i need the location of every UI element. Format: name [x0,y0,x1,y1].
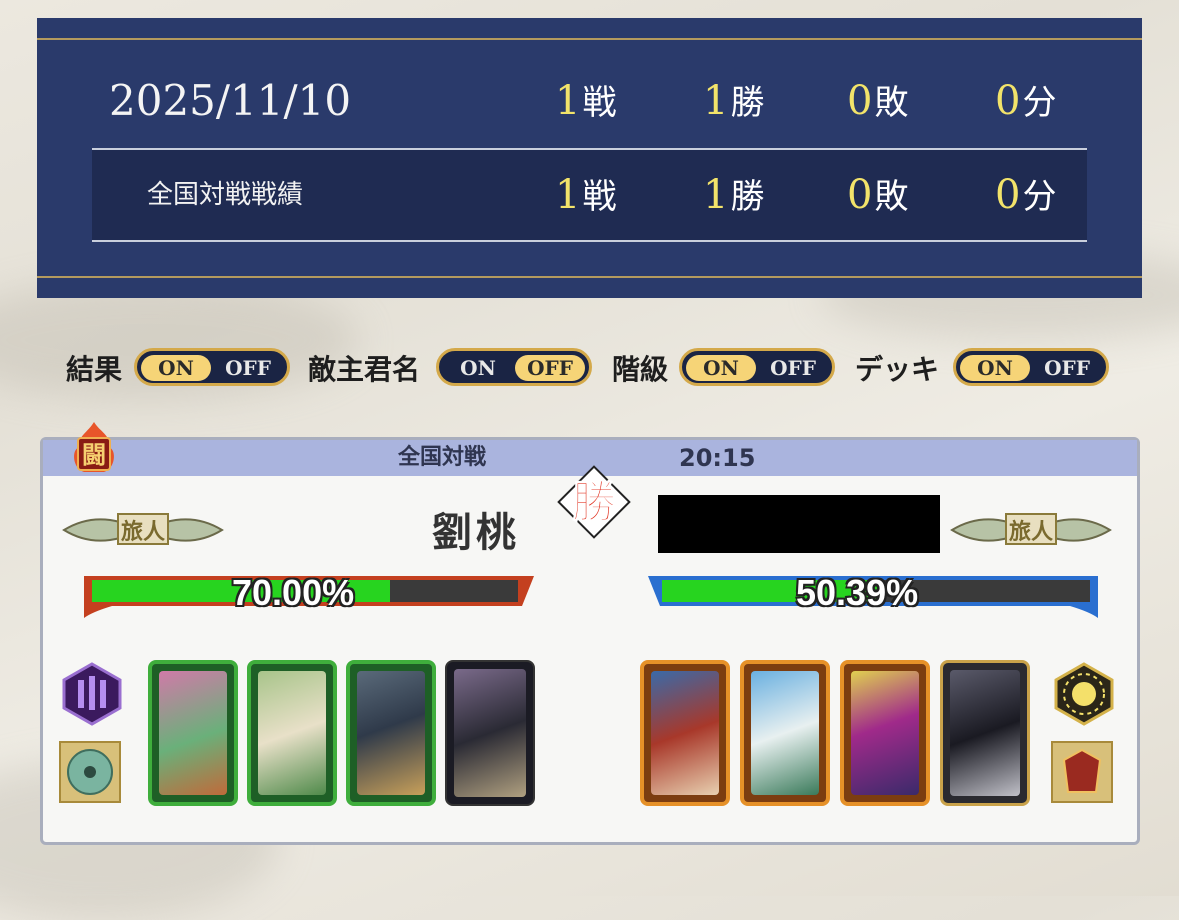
rank-toggle[interactable]: ON OFF [679,348,835,386]
enemy-general-card-3[interactable] [840,660,930,806]
deck-toggle[interactable]: ON OFF [953,348,1109,386]
gold-sun-strategy-icon [1054,662,1114,726]
on-option[interactable]: ON [141,355,211,381]
date-label: 2025/11/10 [109,76,352,125]
daily-row: 2025/11/10 1戦 1勝 0敗 0分 [37,56,1142,146]
enemy-rank-badge: 旅人 [948,508,1114,554]
card-art [258,671,326,795]
toggle-label-result: 結果 [66,353,123,386]
draws-count: 0分 [995,78,1057,124]
losses-count: 0敗 [847,172,909,218]
enemy-percent: 50.39% [796,572,919,613]
player-general-card-1[interactable] [148,660,238,806]
enemy-name-toggle[interactable]: ON OFF [436,348,592,386]
player-general-card-3[interactable] [346,660,436,806]
losses-count: 0敗 [847,78,909,124]
player-rank-badge: 旅人 [60,508,226,554]
battles-count: 1戦 [555,172,617,218]
toggle-label-rank: 階級 [612,353,669,386]
rank-text: 旅人 [1008,519,1053,545]
off-option[interactable]: OFF [758,355,828,381]
card-art [454,669,526,797]
stats-panel: 2025/11/10 1戦 1勝 0敗 0分 全国対戦戦績 1戦 1勝 0敗 0… [37,18,1142,298]
wins-count: 1勝 [703,172,765,218]
off-option[interactable]: OFF [1032,355,1102,381]
card-art [159,671,227,795]
gold-rule [37,276,1142,278]
toggle-label-enemy-name: 敵主君名 [308,353,421,386]
enemy-general-card-1[interactable] [640,660,730,806]
fight-flame-icon: 闘 [74,422,114,472]
svg-text:闘: 闘 [82,440,106,469]
gold-rule [37,38,1142,40]
battle-mode: 全国対戦 [398,445,487,470]
card-art [357,671,425,795]
wins-count: 1勝 [703,78,765,124]
enemy-general-card-4[interactable] [940,660,1030,806]
toggle-label-deck: デッキ [855,353,940,386]
on-option[interactable]: ON [960,355,1030,381]
purple-strategy-icon [62,662,122,726]
red-armor-item-icon [1051,741,1113,803]
draws-count: 0分 [995,172,1057,218]
on-option[interactable]: ON [443,355,513,381]
card-art [950,670,1020,796]
on-option[interactable]: ON [686,355,756,381]
rank-text: 旅人 [120,519,165,545]
win-badge: 勝 [557,465,631,539]
battle-time: 20:15 [679,444,756,472]
enemy-name-redacted [658,495,940,553]
result-toggle[interactable]: ON OFF [134,348,290,386]
enemy-general-card-2[interactable] [740,660,830,806]
off-option[interactable]: OFF [213,355,283,381]
card-art [651,671,719,795]
battles-count: 1戦 [555,78,617,124]
jade-disc-item-icon [59,741,121,803]
player-general-card-2[interactable] [247,660,337,806]
svg-text:勝: 勝 [572,477,617,528]
player-general-card-4[interactable] [445,660,535,806]
player-percent: 70.00% [232,572,355,613]
off-option[interactable]: OFF [515,355,585,381]
player-name: 劉桃 [432,509,520,556]
card-art [751,671,819,795]
card-art [851,671,919,795]
national-record-row: 全国対戦戦績 1戦 1勝 0敗 0分 [92,148,1087,242]
national-record-label: 全国対戦戦績 [147,180,304,210]
